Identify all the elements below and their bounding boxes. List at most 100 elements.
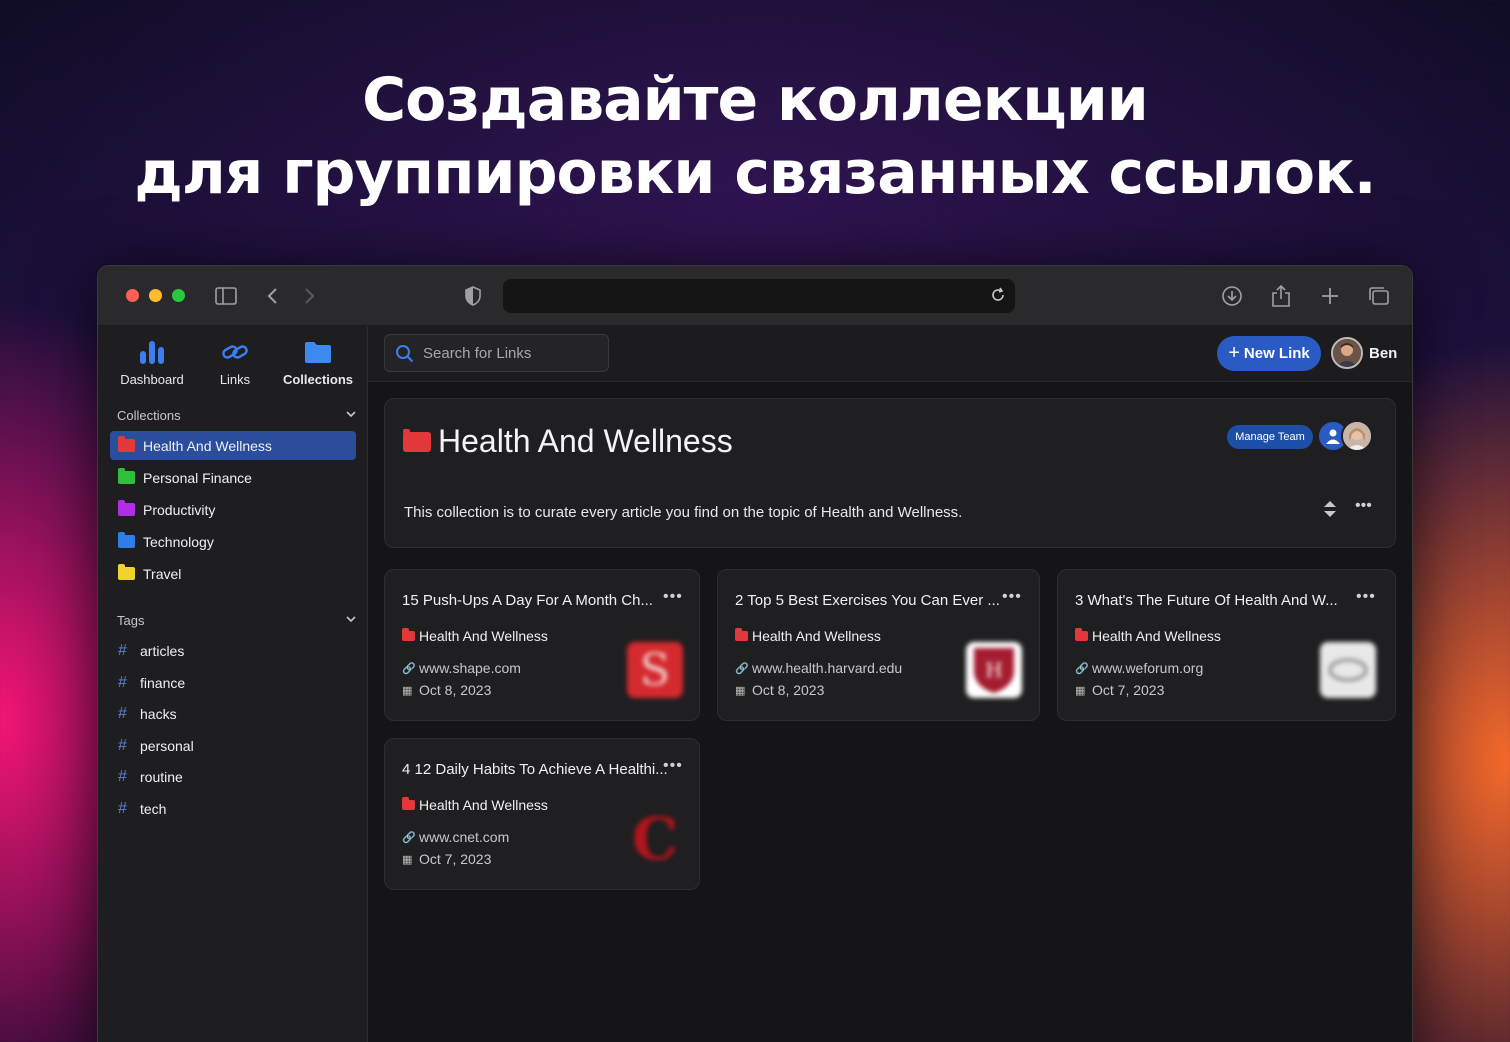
sidebar-collection-health-and-wellness[interactable]: Health And Wellness bbox=[110, 431, 356, 460]
link-collection[interactable]: Health And Wellness bbox=[735, 628, 881, 644]
sidebar-tag-finance[interactable]: # finance bbox=[118, 674, 185, 692]
link-title: 15 Push-Ups A Day For A Month Ch... bbox=[402, 592, 653, 609]
tag-label: personal bbox=[140, 738, 194, 754]
new-link-label: New Link bbox=[1243, 345, 1310, 362]
user-name: Ben bbox=[1369, 344, 1398, 362]
more-options-icon[interactable]: ••• bbox=[663, 588, 683, 606]
more-options-icon[interactable]: ••• bbox=[663, 757, 683, 775]
nav-collections[interactable]: Collections bbox=[280, 336, 356, 387]
close-window-button[interactable] bbox=[126, 289, 139, 302]
sidebar-toggle-icon[interactable] bbox=[212, 282, 240, 310]
chevron-down-icon[interactable] bbox=[345, 613, 357, 628]
link-url[interactable]: 🔗 www.shape.com bbox=[402, 660, 521, 676]
collection-title-text: Health And Wellness bbox=[438, 423, 733, 459]
tabs-overview-icon[interactable] bbox=[1365, 282, 1393, 310]
chevron-down-icon[interactable] bbox=[345, 408, 357, 423]
link-icon: 🔗 bbox=[735, 662, 749, 675]
manage-team-button[interactable]: Manage Team bbox=[1227, 425, 1313, 449]
new-link-button[interactable]: + New Link bbox=[1217, 336, 1321, 371]
shield-icon[interactable] bbox=[459, 282, 487, 310]
link-card[interactable]: 4 12 Daily Habits To Achieve A Healthi..… bbox=[384, 738, 700, 890]
link-icon: 🔗 bbox=[402, 831, 416, 844]
sidebar-collection-productivity[interactable]: Productivity bbox=[110, 495, 356, 524]
back-icon[interactable] bbox=[258, 282, 286, 310]
collections-section-header[interactable]: Collections bbox=[117, 408, 357, 423]
user-menu[interactable]: Ben bbox=[1331, 337, 1397, 369]
thumbnail-letter: H bbox=[985, 658, 1002, 682]
calendar-icon: ▦ bbox=[402, 853, 413, 866]
sidebar-collection-travel[interactable]: Travel bbox=[110, 559, 356, 588]
sidebar-tag-tech[interactable]: # tech bbox=[118, 800, 166, 818]
link-date: ▦ Oct 7, 2023 bbox=[402, 851, 491, 867]
link-url[interactable]: 🔗 www.weforum.org bbox=[1075, 660, 1203, 676]
more-options-icon[interactable]: ••• bbox=[1355, 497, 1372, 515]
folder-icon bbox=[118, 468, 135, 484]
reload-icon[interactable] bbox=[989, 286, 1007, 309]
new-tab-icon[interactable] bbox=[1316, 282, 1344, 310]
collection-label: Personal Finance bbox=[143, 469, 252, 486]
browser-window: Dashboard Links Collections Collections … bbox=[97, 265, 1413, 1042]
link-date-text: Oct 7, 2023 bbox=[419, 851, 492, 867]
collection-title: Health And Wellness bbox=[403, 423, 733, 460]
sidebar: Dashboard Links Collections Collections … bbox=[98, 326, 368, 1042]
link-icon: 🔗 bbox=[1075, 662, 1089, 675]
tags-section-header[interactable]: Tags bbox=[117, 613, 357, 628]
forward-icon[interactable] bbox=[296, 282, 324, 310]
link-collection-label: Health And Wellness bbox=[419, 797, 548, 813]
address-bar[interactable] bbox=[503, 279, 1015, 313]
link-collection[interactable]: Health And Wellness bbox=[402, 797, 548, 813]
sidebar-collection-personal-finance[interactable]: Personal Finance bbox=[110, 463, 356, 492]
nav-collections-label: Collections bbox=[282, 372, 354, 387]
nav-links-label: Links bbox=[219, 372, 251, 387]
minimize-window-button[interactable] bbox=[149, 289, 162, 302]
zoom-window-button[interactable] bbox=[172, 289, 185, 302]
more-options-icon[interactable]: ••• bbox=[1002, 588, 1022, 606]
hash-icon: # bbox=[118, 737, 127, 754]
collection-label: Productivity bbox=[143, 501, 216, 518]
link-collection[interactable]: Health And Wellness bbox=[1075, 628, 1221, 644]
nav-links[interactable]: Links bbox=[210, 336, 260, 387]
link-icon: 🔗 bbox=[402, 662, 416, 675]
link-date-text: Oct 8, 2023 bbox=[752, 682, 825, 698]
share-icon[interactable] bbox=[1267, 282, 1295, 310]
link-collection[interactable]: Health And Wellness bbox=[402, 628, 548, 644]
download-icon[interactable] bbox=[1218, 282, 1246, 310]
sidebar-collection-technology[interactable]: Technology bbox=[110, 527, 356, 556]
sidebar-tag-articles[interactable]: # articles bbox=[118, 642, 184, 660]
sidebar-tag-routine[interactable]: # routine bbox=[118, 768, 183, 786]
link-date-text: Oct 8, 2023 bbox=[419, 682, 492, 698]
promo-headline: Создавайте коллекции для группировки свя… bbox=[0, 64, 1510, 210]
more-options-icon[interactable]: ••• bbox=[1356, 588, 1376, 606]
link-title: 4 12 Daily Habits To Achieve A Healthi..… bbox=[402, 761, 668, 778]
search-input[interactable]: Search for Links bbox=[384, 334, 609, 372]
folder-icon bbox=[402, 797, 415, 810]
sidebar-tag-personal[interactable]: # personal bbox=[118, 737, 194, 755]
sidebar-tag-hacks[interactable]: # hacks bbox=[118, 705, 177, 723]
collection-label: Travel bbox=[143, 565, 182, 582]
hash-icon: # bbox=[118, 674, 127, 691]
tag-label: hacks bbox=[140, 706, 177, 722]
folder-icon bbox=[118, 532, 135, 548]
sort-icon[interactable] bbox=[1323, 500, 1337, 523]
tag-label: routine bbox=[140, 769, 183, 785]
link-card[interactable]: 3 What's The Future Of Health And W... •… bbox=[1057, 569, 1396, 721]
avatar bbox=[1331, 337, 1363, 369]
link-date-text: Oct 7, 2023 bbox=[1092, 682, 1165, 698]
link-url[interactable]: 🔗 www.cnet.com bbox=[402, 829, 509, 845]
calendar-icon: ▦ bbox=[735, 684, 746, 697]
link-collection-label: Health And Wellness bbox=[419, 628, 548, 644]
tag-label: tech bbox=[140, 801, 167, 817]
hash-icon: # bbox=[118, 642, 127, 659]
link-card[interactable]: 15 Push-Ups A Day For A Month Ch... ••• … bbox=[384, 569, 700, 721]
link-collection-label: Health And Wellness bbox=[1092, 628, 1221, 644]
folder-icon bbox=[1075, 628, 1088, 641]
folder-icon bbox=[118, 500, 135, 516]
hash-icon: # bbox=[118, 768, 127, 785]
calendar-icon: ▦ bbox=[1075, 684, 1086, 697]
link-card[interactable]: 2 Top 5 Best Exercises You Can Ever ... … bbox=[717, 569, 1040, 721]
link-collection-label: Health And Wellness bbox=[752, 628, 881, 644]
collection-description: This collection is to curate every artic… bbox=[404, 504, 963, 521]
nav-dashboard[interactable]: Dashboard bbox=[118, 336, 186, 387]
link-date: ▦ Oct 8, 2023 bbox=[402, 682, 491, 698]
link-url[interactable]: 🔗 www.health.harvard.edu bbox=[735, 660, 902, 676]
